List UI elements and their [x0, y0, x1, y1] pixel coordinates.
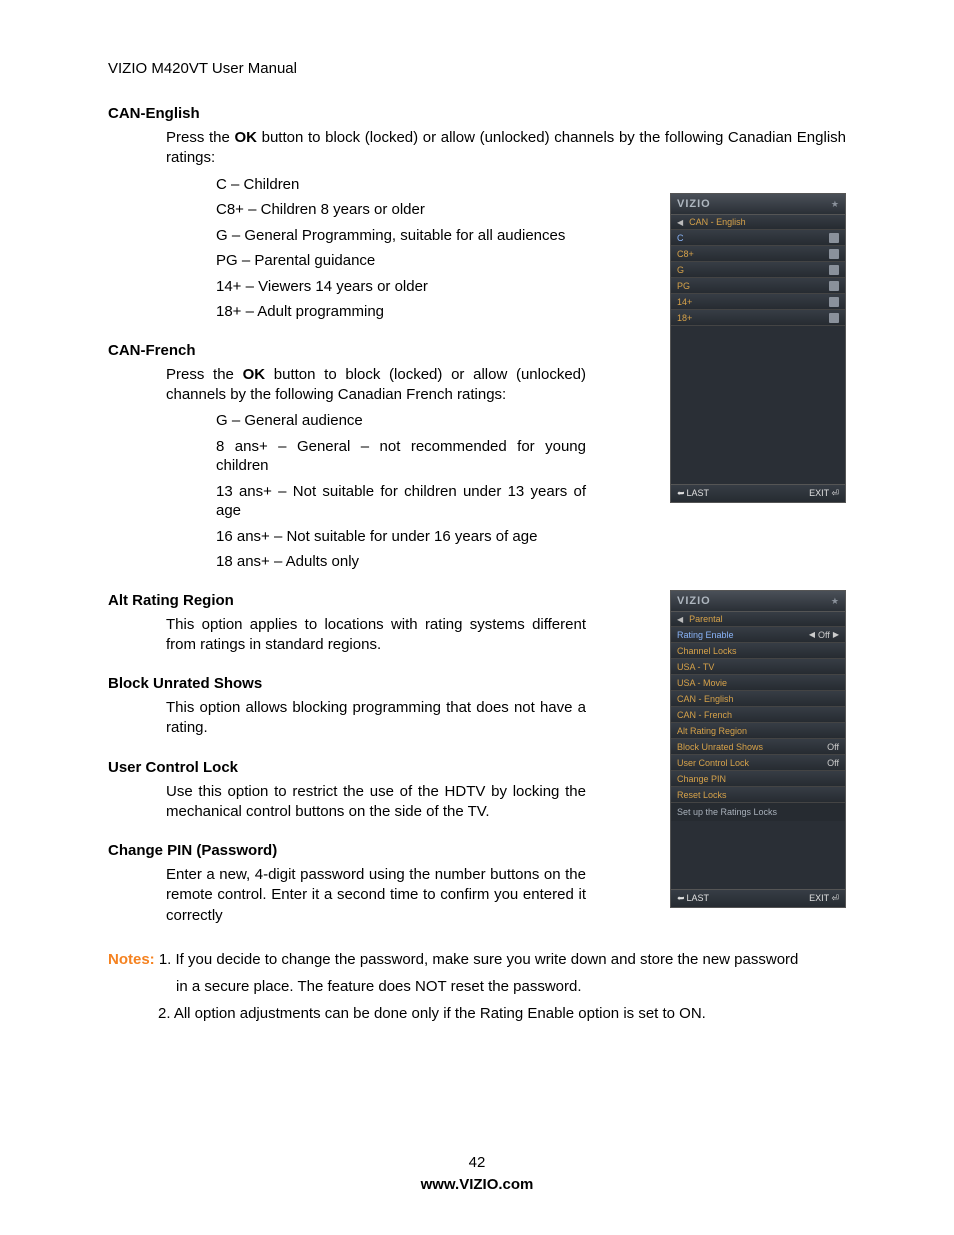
- page-number: 42: [0, 1154, 954, 1171]
- section-paragraph: Enter a new, 4-digit password using the …: [166, 865, 586, 926]
- vizio-logo: VIZIO: [677, 595, 711, 607]
- section-paragraph: This option applies to locations with ra…: [166, 615, 586, 656]
- notes-text: 2. All option adjustments can be done on…: [158, 1000, 846, 1027]
- osd-last: LAST: [687, 893, 710, 903]
- osd-crumb-label: CAN - English: [689, 217, 746, 227]
- star-icon: ★: [831, 199, 839, 210]
- back-icon: ➥: [677, 893, 685, 904]
- lock-icon: [829, 265, 839, 275]
- osd-body: C C8+ G PG 14+ 18+: [671, 230, 845, 326]
- osd-titlebar: VIZIO ★: [671, 591, 845, 612]
- osd-row: 14+: [671, 294, 845, 310]
- lock-icon: [829, 249, 839, 259]
- osd-parental: VIZIO ★ ◀ Parental Rating Enable◀Off▶ Ch…: [670, 590, 846, 908]
- osd-row-label: CAN - English: [677, 694, 734, 704]
- text: Press the: [166, 129, 234, 146]
- osd-row: CAN - French: [671, 707, 845, 723]
- osd-can-english: VIZIO ★ ◀ CAN - English C C8+ G PG 14+ 1…: [670, 193, 846, 503]
- notes-text: in a secure place. The feature does NOT …: [176, 973, 846, 1000]
- osd-last: LAST: [687, 488, 710, 498]
- osd-row-label: 18+: [677, 313, 692, 323]
- list-item: 13 ans+ – Not suitable for children unde…: [216, 482, 586, 521]
- osd-row: Block Unrated Shows Off: [671, 739, 845, 755]
- osd-row: USA - Movie: [671, 675, 845, 691]
- section-paragraph: Press the OK button to block (locked) or…: [166, 365, 586, 406]
- osd-footer: ➥LAST EXIT ⏎: [671, 484, 845, 502]
- osd-row-value: Off: [818, 630, 830, 640]
- back-icon: ➥: [677, 488, 685, 499]
- notes-label: Notes:: [108, 951, 155, 968]
- list-item: G – General audience: [216, 411, 586, 431]
- lock-icon: [829, 297, 839, 307]
- osd-row-label: PG: [677, 281, 690, 291]
- section-title: CAN-English: [108, 105, 846, 122]
- osd-row: User Control Lock Off: [671, 755, 845, 771]
- osd-row: 18+: [671, 310, 845, 326]
- osd-row-label: C8+: [677, 249, 694, 259]
- osd-exit: EXIT: [809, 893, 829, 903]
- osd-row-label: Rating Enable: [677, 630, 734, 640]
- osd-row-label: 14+: [677, 297, 692, 307]
- exit-icon: ⏎: [831, 488, 839, 498]
- osd-row-label: G: [677, 265, 684, 275]
- notes-block: Notes: 1. If you decide to change the pa…: [108, 946, 846, 1027]
- doc-header: VIZIO M420VT User Manual: [108, 60, 846, 77]
- osd-titlebar: VIZIO ★: [671, 194, 845, 215]
- ok-label: OK: [243, 366, 266, 383]
- osd-row: Rating Enable ◀Off▶: [671, 627, 845, 643]
- osd-row: G: [671, 262, 845, 278]
- osd-hint: Set up the Ratings Locks: [671, 803, 845, 821]
- osd-row: PG: [671, 278, 845, 294]
- vizio-logo: VIZIO: [677, 198, 711, 210]
- osd-body: Rating Enable◀Off▶ Channel Locks USA - T…: [671, 627, 845, 821]
- osd-row: Channel Locks: [671, 643, 845, 659]
- osd-row-label: USA - Movie: [677, 678, 727, 688]
- osd-row-label: User Control Lock: [677, 758, 749, 768]
- section-paragraph: Press the OK button to block (locked) or…: [166, 128, 846, 169]
- osd-row-label: Alt Rating Region: [677, 726, 747, 736]
- osd-crumb-label: Parental: [689, 614, 723, 624]
- osd-row: USA - TV: [671, 659, 845, 675]
- osd-exit: EXIT: [809, 488, 829, 498]
- osd-row-label: CAN - French: [677, 710, 732, 720]
- exit-icon: ⏎: [831, 893, 839, 903]
- rating-list: G – General audience 8 ans+ – General – …: [216, 411, 586, 572]
- osd-row-label: Change PIN: [677, 774, 726, 784]
- list-item: 16 ans+ – Not suitable for under 16 year…: [216, 527, 586, 547]
- text: Press the: [166, 366, 243, 383]
- ok-label: OK: [234, 129, 257, 146]
- list-item: 8 ans+ – General – not recommended for y…: [216, 437, 586, 476]
- arrow-left-icon: ◀: [809, 630, 815, 639]
- osd-row-label: Channel Locks: [677, 646, 737, 656]
- osd-row: C: [671, 230, 845, 246]
- lock-icon: [829, 281, 839, 291]
- osd-row-label: Reset Locks: [677, 790, 727, 800]
- osd-breadcrumb: ◀ Parental: [671, 612, 845, 627]
- notes-text: 1. If you decide to change the password,…: [155, 951, 799, 968]
- lock-icon: [829, 313, 839, 323]
- osd-row-value: Off: [827, 742, 839, 752]
- osd-row-value: Off: [827, 758, 839, 768]
- osd-breadcrumb: ◀ CAN - English: [671, 215, 845, 230]
- section-paragraph: This option allows blocking programming …: [166, 698, 586, 739]
- footer-url: www.VIZIO.com: [0, 1176, 954, 1193]
- osd-row-label: Block Unrated Shows: [677, 742, 763, 752]
- list-item: C – Children: [216, 175, 846, 195]
- arrow-right-icon: ▶: [833, 630, 839, 639]
- arrow-left-icon: ◀: [677, 615, 683, 624]
- osd-row: CAN - English: [671, 691, 845, 707]
- text: button to block (locked) or allow (unloc…: [166, 129, 846, 166]
- list-item: 18 ans+ – Adults only: [216, 552, 586, 572]
- arrow-left-icon: ◀: [677, 218, 683, 227]
- osd-row: Alt Rating Region: [671, 723, 845, 739]
- osd-row: Change PIN: [671, 771, 845, 787]
- section-paragraph: Use this option to restrict the use of t…: [166, 782, 586, 823]
- osd-row: C8+: [671, 246, 845, 262]
- osd-row: Reset Locks: [671, 787, 845, 803]
- osd-row-label: C: [677, 233, 684, 243]
- osd-row-label: USA - TV: [677, 662, 714, 672]
- osd-footer: ➥LAST EXIT ⏎: [671, 889, 845, 907]
- lock-icon: [829, 233, 839, 243]
- star-icon: ★: [831, 596, 839, 607]
